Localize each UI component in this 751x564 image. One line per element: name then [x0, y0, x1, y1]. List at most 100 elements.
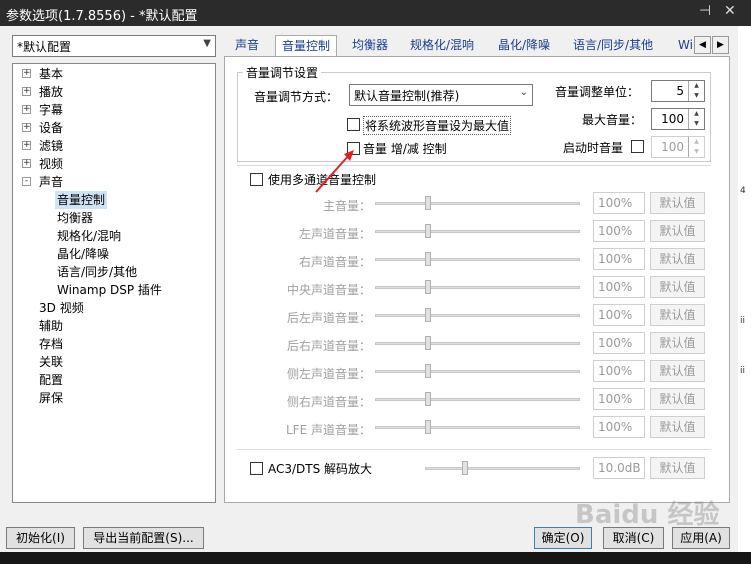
channel-label: 后右声道音量： [286, 339, 371, 353]
tree-item[interactable]: 配置 [37, 371, 65, 389]
tree-item-label: 均衡器 [57, 211, 94, 225]
tree-item-label: 基本 [39, 67, 64, 81]
max-volume-spinner[interactable]: 100 ▲ ▼ [651, 108, 705, 130]
tree-item[interactable]: + 播放 [22, 83, 65, 101]
tree-item[interactable]: 屏保 [37, 389, 65, 407]
tree-item[interactable]: + 基本 [22, 65, 65, 83]
slider-thumb [425, 392, 431, 406]
tree-item[interactable]: 辅助 [37, 317, 65, 335]
channel-value: 100% [593, 304, 645, 326]
slider-thumb [425, 336, 431, 350]
tab-crystalize-denoise[interactable]: 晶化/降噪 [498, 35, 550, 57]
tree-item-label: 语言/同步/其他 [57, 265, 138, 279]
channel-value: 100% [593, 332, 645, 354]
tree-item[interactable]: + 设备 [22, 119, 65, 137]
tree-item-label: 声音 [39, 175, 64, 189]
settings-tree[interactable]: + 基本 + 播放 + 字幕 + 设备 + 滤镜 + 视频 - 声音 音量控制 均衡器 规格化/混响 晶化/降噪语… [12, 63, 216, 503]
tree-item[interactable]: + 字幕 [22, 101, 65, 119]
channel-value: 100% [593, 388, 645, 410]
startup-volume-value: 100 [661, 140, 684, 154]
tab-volume-control[interactable]: 音量控制 [275, 35, 338, 57]
expand-icon[interactable]: + [22, 87, 31, 96]
channel-slider [375, 221, 580, 243]
tab-scroll: ◀ ▶ [694, 36, 730, 54]
channel-label: 主音量： [322, 199, 371, 213]
collapse-icon[interactable]: - [22, 177, 31, 186]
close-icon[interactable]: ✕ [724, 3, 736, 19]
tab-equalizer[interactable]: 均衡器 [352, 35, 388, 57]
tree-item[interactable]: 规格化/混响 [55, 227, 123, 245]
expand-icon[interactable]: + [22, 69, 31, 78]
tree-item[interactable]: 晶化/降噪 [55, 245, 111, 263]
spinner-arrows-icon[interactable]: ▲ ▼ [688, 81, 704, 101]
pin-icon[interactable]: ⊣ [699, 3, 711, 19]
tree-item-label: 视频 [39, 157, 64, 171]
channel-default-button: 默认值 [650, 304, 705, 326]
background-window-strip: 4 ii ii [738, 26, 751, 564]
ac3-dts-checkbox[interactable] [250, 462, 263, 475]
window-title: 参数选项(1.7.8556) - *默认配置 [6, 9, 198, 24]
max-volume-label: 最大音量： [582, 113, 643, 127]
channel-default-button: 默认值 [650, 192, 705, 214]
arrow-left-icon[interactable]: ◀ [694, 36, 711, 54]
channel-value: 100% [593, 276, 645, 298]
tab-winamp[interactable]: Wi [678, 35, 694, 57]
tree-item-label: 辅助 [39, 319, 64, 333]
mode-label: 音量调节方式： [254, 90, 339, 104]
expand-icon[interactable]: + [22, 159, 31, 168]
tree-item[interactable]: 关联 [37, 353, 65, 371]
channel-default-button: 默认值 [650, 360, 705, 382]
waveform-max-checkbox[interactable] [347, 118, 360, 131]
channel-label: 侧左声道音量： [286, 367, 371, 381]
initialize-button[interactable]: 初始化(I) [6, 527, 75, 549]
tree-item[interactable]: 均衡器 [55, 209, 95, 227]
profile-select-value: *默认配置 [17, 40, 72, 54]
tree-item[interactable]: 音量控制 [55, 191, 108, 209]
volume-mode-value: 默认音量控制(推荐) [354, 89, 460, 103]
annotation-arrow-icon [315, 150, 354, 193]
channel-slider [375, 389, 580, 411]
tree-item-label: 滤镜 [39, 139, 64, 153]
expand-icon[interactable]: + [22, 105, 31, 114]
expand-icon[interactable]: + [22, 141, 31, 150]
tree-item-label: 3D 视频 [39, 301, 84, 315]
slider-thumb [425, 196, 431, 210]
tree-item[interactable]: 3D 视频 [37, 299, 86, 317]
tree-item[interactable]: 存档 [37, 335, 65, 353]
arrow-right-icon[interactable]: ▶ [712, 36, 729, 54]
tree-item-label: 配置 [39, 373, 64, 387]
tree-item-label: 字幕 [39, 103, 64, 117]
channel-label: LFE 声道音量： [286, 423, 371, 437]
tree-item[interactable]: + 视频 [22, 155, 65, 173]
volume-mode-select[interactable]: 默认音量控制(推荐) ⌄ [349, 84, 533, 106]
multichannel-checkbox[interactable] [250, 173, 263, 186]
slider-thumb [425, 224, 431, 238]
channel-value: 100% [593, 416, 645, 438]
spinner-arrows-icon[interactable]: ▲ ▼ [688, 109, 704, 129]
slider-thumb [462, 461, 468, 475]
tree-item-label: 晶化/降噪 [57, 247, 110, 261]
channel-slider [375, 277, 580, 299]
waveform-max-label: 将系统波形音量设为最大值 [363, 116, 512, 135]
profile-select[interactable]: *默认配置 ▼ [12, 35, 216, 57]
tab-sound[interactable]: 声音 [235, 35, 259, 57]
channel-slider [375, 417, 580, 439]
tree-item[interactable]: Winamp DSP 插件 [55, 281, 164, 299]
tree-item[interactable]: 语言/同步/其他 [55, 263, 139, 281]
ac3-gain-slider [425, 458, 580, 480]
export-config-button[interactable]: 导出当前配置(S)... [83, 527, 204, 549]
tree-item[interactable]: - 声音 [22, 173, 65, 191]
startup-volume-checkbox[interactable] [631, 140, 644, 153]
channel-default-button: 默认值 [650, 332, 705, 354]
step-spinner[interactable]: 5 ▲ ▼ [651, 80, 705, 102]
tree-item[interactable]: + 滤镜 [22, 137, 65, 155]
tab-normalize-reverb[interactable]: 规格化/混响 [410, 35, 474, 57]
channel-default-button: 默认值 [650, 220, 705, 242]
channel-label: 后左声道音量： [286, 311, 371, 325]
taskbar-strip [0, 552, 751, 564]
channel-value: 100% [593, 248, 645, 270]
channel-default-button: 默认值 [650, 276, 705, 298]
tab-lang-sync-other[interactable]: 语言/同步/其他 [573, 35, 653, 57]
expand-icon[interactable]: + [22, 123, 31, 132]
slider-thumb [425, 308, 431, 322]
